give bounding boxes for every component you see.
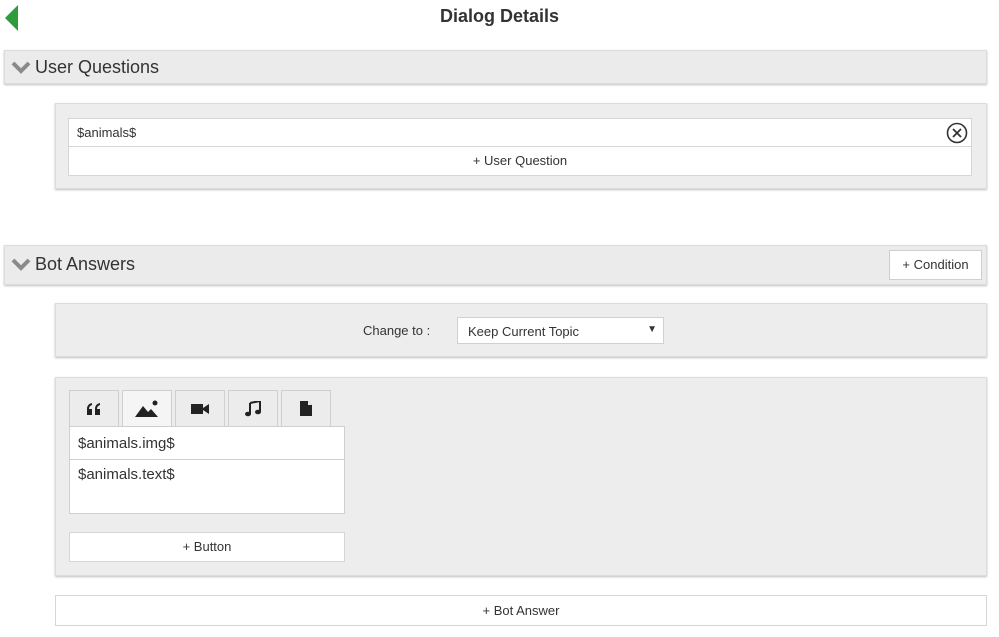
image-url-input[interactable] — [70, 427, 344, 459]
section-title-bot-answers: Bot Answers — [35, 254, 136, 274]
change-topic-panel: Change to : Keep Current Topic ▼ — [55, 303, 987, 357]
quote-icon — [87, 402, 100, 415]
tab-video[interactable] — [175, 390, 225, 426]
answer-text-input[interactable]: $animals.text$ — [70, 460, 344, 513]
file-icon — [300, 401, 312, 416]
chevron-down-icon[interactable] — [11, 59, 31, 75]
add-user-question-button[interactable]: + User Question — [68, 146, 972, 176]
add-button-button[interactable]: + Button — [69, 532, 345, 562]
close-circle-icon[interactable] — [946, 122, 968, 144]
music-icon — [245, 400, 261, 416]
user-question-input[interactable] — [69, 119, 971, 146]
dropdown-arrow-icon: ▼ — [647, 324, 657, 335]
image-icon — [135, 400, 158, 417]
topic-select-value: Keep Current Topic — [468, 324, 580, 339]
answer-type-tabs — [69, 390, 331, 426]
tab-image[interactable] — [122, 390, 172, 426]
topic-select[interactable]: Keep Current Topic ▼ — [457, 317, 664, 344]
change-to-label: Change to : — [363, 323, 431, 338]
section-title-user-questions: User Questions — [35, 57, 160, 77]
video-icon — [191, 403, 209, 414]
chevron-down-icon[interactable] — [11, 256, 31, 272]
user-questions-header[interactable]: User Questions — [4, 50, 987, 84]
user-question-row — [68, 118, 972, 147]
add-bot-answer-button[interactable]: + Bot Answer — [55, 595, 987, 626]
user-questions-panel: + User Question — [55, 103, 987, 189]
tab-quote[interactable] — [69, 390, 119, 426]
tab-file[interactable] — [281, 390, 331, 426]
image-answer-field — [69, 426, 345, 460]
text-answer-field: $animals.text$ — [69, 459, 345, 514]
bot-answers-header[interactable]: Bot Answers + Condition — [4, 245, 987, 285]
bot-answer-panel: $animals.text$ + Button — [55, 377, 987, 576]
page-title: Dialog Details — [439, 6, 560, 26]
add-condition-button[interactable]: + Condition — [889, 250, 982, 280]
tab-music[interactable] — [228, 390, 278, 426]
